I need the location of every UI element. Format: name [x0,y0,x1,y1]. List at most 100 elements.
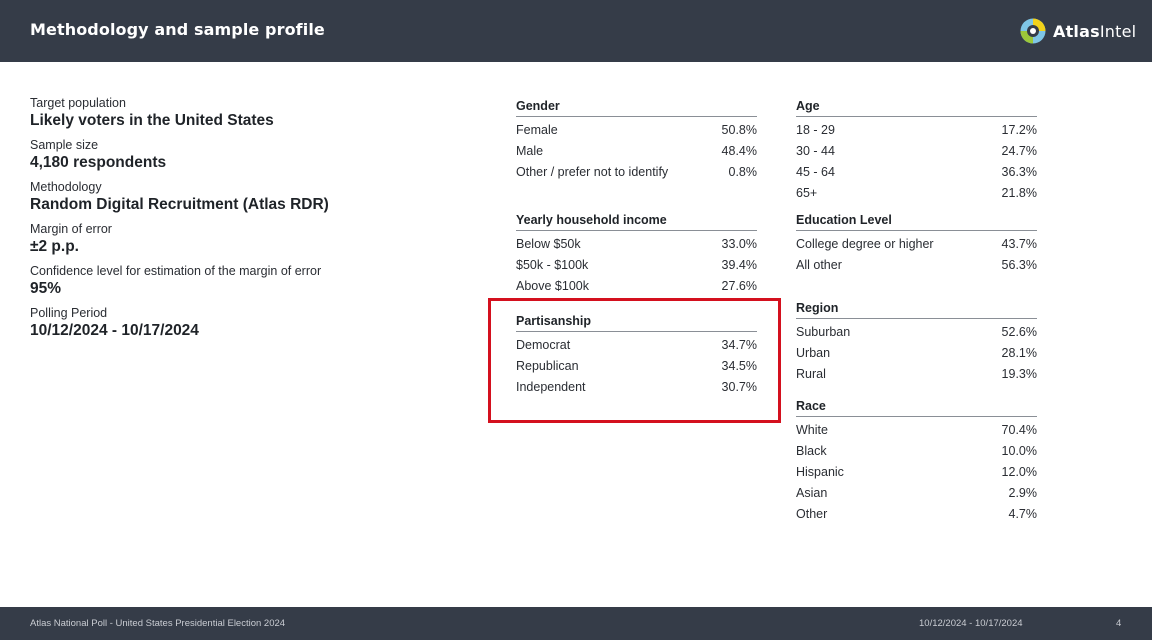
page-title: Methodology and sample profile [30,20,325,39]
methodology-label: Sample size [30,138,99,152]
row-label: 30 - 44 [796,144,835,158]
table-row: 18 - 29 17.2% [796,123,1037,138]
row-label: Female [516,123,558,137]
row-value: 50.8% [721,123,757,137]
table-row: Below $50k 33.0% [516,237,757,252]
age-table: Age 18 - 29 17.2% 30 - 44 24.7% 45 - 64 36.… [796,99,1037,201]
partisanship-highlight-box [488,298,781,423]
row-label: Hispanic [796,465,844,479]
methodology-label: Methodology [30,180,102,194]
row-label: Asian [796,486,828,500]
row-value: 0.8% [728,165,758,179]
row-value: 27.6% [721,279,757,293]
row-label: 45 - 64 [796,165,835,179]
methodology-value: ±2 p.p. [30,238,79,255]
table-row: Other / prefer not to identify 0.8% [516,165,757,180]
table-row: All other 56.3% [796,258,1037,273]
row-label: Other [796,507,828,521]
table-row: 45 - 64 36.3% [796,165,1037,180]
row-value: 48.4% [721,144,757,158]
footer-bar: Atlas National Poll - United States Pres… [0,607,1152,640]
methodology-value: 95% [30,280,62,297]
row-label: 18 - 29 [796,123,835,137]
methodology-value: Likely voters in the United States [30,112,274,129]
row-value: 2.9% [1008,486,1038,500]
methodology-item: Sample size 4,180 respondents [30,138,460,172]
table-row: 65+ 21.8% [796,186,1037,201]
row-value: 24.7% [1001,144,1037,158]
methodology-label: Margin of error [30,222,112,236]
row-value: 56.3% [1001,258,1037,272]
methodology-item: Confidence level for estimation of the m… [30,264,460,298]
row-value: 39.4% [721,258,757,272]
row-label: Male [516,144,544,158]
methodology-label: Polling Period [30,306,108,320]
table-title: Age [796,99,1037,117]
table-title: Region [796,301,1037,319]
table-row: Urban 28.1% [796,346,1037,361]
row-label: Rural [796,367,826,381]
row-value: 52.6% [1001,325,1037,339]
header-bar: Methodology and sample profile AtlasInte… [0,0,1152,62]
row-label: Suburban [796,325,851,339]
row-label: All other [796,258,842,272]
row-value: 4.7% [1008,507,1038,521]
table-row: Female 50.8% [516,123,757,138]
methodology-panel: Target population Likely voters in the U… [30,96,460,348]
education-table: Education Level College degree or higher… [796,213,1037,273]
logo-wordmark: AtlasIntel [1053,21,1137,41]
footer-date: 10/12/2024 - 10/17/2024 [919,618,1023,629]
table-row: Above $100k 27.6% [516,279,757,294]
row-label: $50k - $100k [516,258,589,272]
gender-table: Gender Female 50.8% Male 48.4% Other / pre… [516,99,757,180]
table-row: Rural 19.3% [796,367,1037,382]
row-label: White [796,423,828,437]
table-row: Black 10.0% [796,444,1037,459]
atlasintel-logo: AtlasIntel [1019,16,1136,46]
page-number: 4 [1116,618,1122,629]
table-title: Race [796,399,1037,417]
table-row: Suburban 52.6% [796,325,1037,340]
row-value: 19.3% [1001,367,1037,381]
table-row: Asian 2.9% [796,486,1037,501]
row-value: 21.8% [1001,186,1037,200]
table-title: Yearly household income [516,213,757,231]
row-label: Black [796,444,827,458]
methodology-value: 4,180 respondents [30,154,167,171]
methodology-value: 10/12/2024 - 10/17/2024 [30,322,199,339]
table-row: 30 - 44 24.7% [796,144,1037,159]
row-label: Above $100k [516,279,589,293]
table-title: Education Level [796,213,1037,231]
methodology-item: Methodology Random Digital Recruitment (… [30,180,460,214]
table-row: Male 48.4% [516,144,757,159]
income-table: Yearly household income Below $50k 33.0% … [516,213,757,294]
row-label: 65+ [796,186,818,200]
table-row: Hispanic 12.0% [796,465,1037,480]
table-row: College degree or higher 43.7% [796,237,1037,252]
row-value: 36.3% [1001,165,1037,179]
row-value: 33.0% [721,237,757,251]
row-value: 28.1% [1001,346,1037,360]
table-row: $50k - $100k 39.4% [516,258,757,273]
footer-title: Atlas National Poll - United States Pres… [30,618,286,629]
row-label: Urban [796,346,831,360]
row-value: 17.2% [1001,123,1037,137]
atlasintel-logo-icon [1020,18,1046,44]
race-table: Race White 70.4% Black 10.0% Hispanic 12.0%… [796,399,1037,522]
row-label: College degree or higher [796,237,934,251]
methodology-item: Target population Likely voters in the U… [30,96,460,130]
row-value: 12.0% [1001,465,1037,479]
row-label: Below $50k [516,237,581,251]
row-label: Other / prefer not to identify [516,165,669,179]
table-row: Other 4.7% [796,507,1037,522]
row-value: 43.7% [1001,237,1037,251]
methodology-label: Target population [30,96,126,110]
table-row: White 70.4% [796,423,1037,438]
methodology-item: Margin of error ±2 p.p. [30,222,460,256]
methodology-label: Confidence level for estimation of the m… [30,264,322,278]
row-value: 70.4% [1001,423,1037,437]
region-table: Region Suburban 52.6% Urban 28.1% Rural 19.… [796,301,1037,382]
methodology-value: Random Digital Recruitment (Atlas RDR) [30,196,329,213]
table-title: Gender [516,99,757,117]
row-value: 10.0% [1001,444,1037,458]
